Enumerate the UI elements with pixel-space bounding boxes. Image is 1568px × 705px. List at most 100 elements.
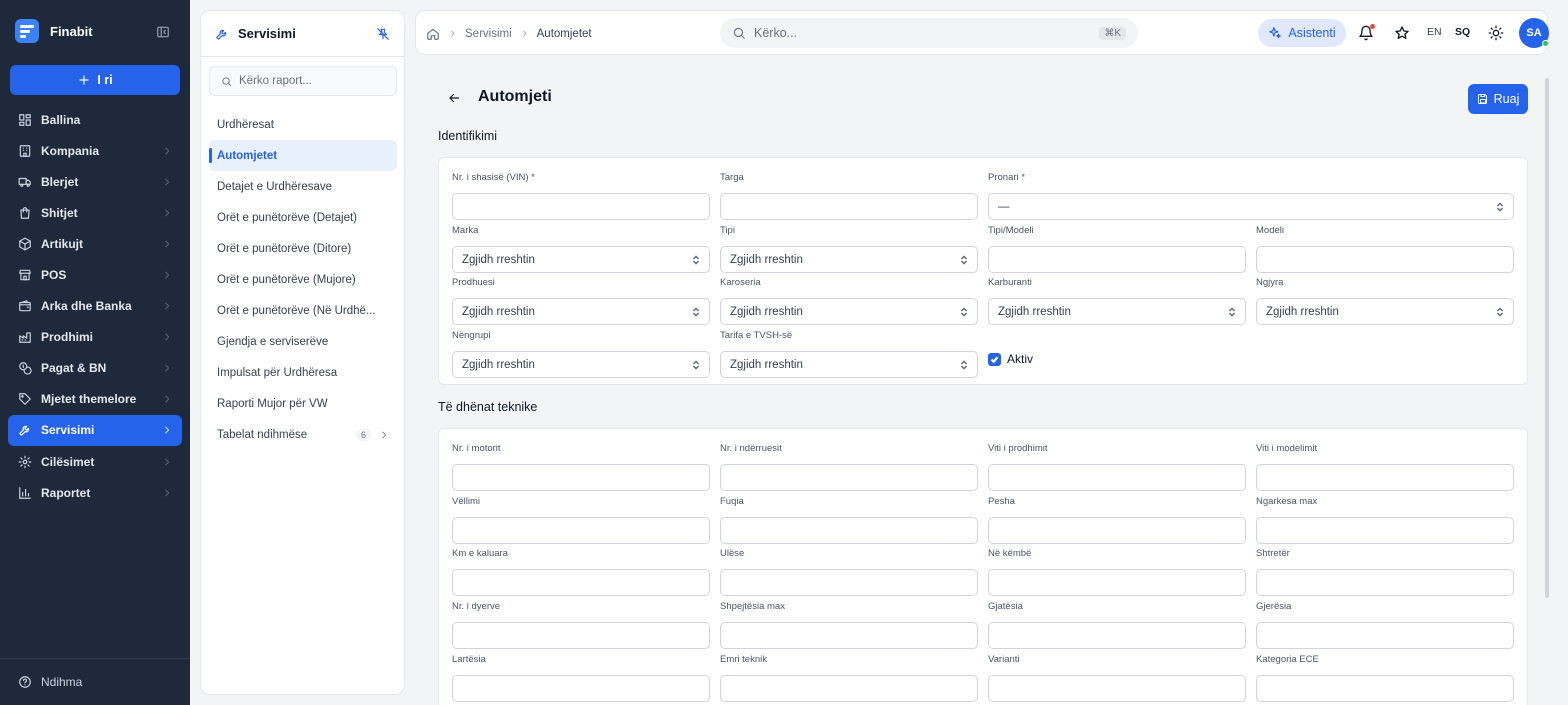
sidebar-item-servisimi[interactable]: Servisimi (8, 414, 182, 447)
new-button[interactable]: I ri (10, 65, 180, 95)
text-input[interactable] (988, 246, 1246, 273)
unpin-icon[interactable] (376, 27, 390, 41)
subpanel-title: Servisimi (238, 26, 296, 41)
sidebar-item-pagat-bn[interactable]: Pagat & BN (8, 353, 182, 384)
text-input[interactable] (1256, 569, 1514, 596)
text-input[interactable] (720, 569, 978, 596)
form-field: Shtretër (1256, 547, 1514, 596)
text-input[interactable] (1256, 464, 1514, 491)
field-label: Ngjyra (1256, 277, 1284, 288)
sidebar-item-pos[interactable]: POS (8, 259, 182, 290)
breadcrumb-servisimi[interactable]: Servisimi (465, 28, 512, 40)
report-item[interactable]: Orët e punëtorëve (Në Urdhë... (209, 296, 397, 327)
text-input[interactable] (988, 675, 1246, 702)
sidebar-item-kompania[interactable]: Kompania (8, 135, 182, 166)
report-search-input[interactable] (239, 75, 389, 87)
report-item-label: Impulsat për Urdhëresa (217, 367, 338, 380)
sidebar-item-raportet[interactable]: Raportet (8, 477, 182, 508)
checkmark-icon[interactable] (988, 352, 1001, 366)
text-input[interactable] (988, 569, 1246, 596)
sidebar-item-arka-dhe-banka[interactable]: Arka dhe Banka (8, 291, 182, 322)
app-logo[interactable]: Finabit (12, 16, 93, 46)
select-dropdown[interactable]: Zgjidh rreshtin (988, 298, 1246, 325)
sidebar-item-artikujt[interactable]: Artikujt (8, 228, 182, 259)
lang-en[interactable]: EN (1427, 26, 1442, 38)
assistant-button[interactable]: Asistenti (1258, 19, 1346, 47)
star-icon[interactable] (1393, 24, 1411, 42)
help-link[interactable]: Ndihma (0, 658, 190, 705)
report-item[interactable]: Orët e punëtorëve (Detajet) (209, 202, 397, 233)
field-label: Karoseria (720, 277, 761, 288)
text-input[interactable] (452, 464, 710, 491)
back-arrow-icon[interactable] (447, 91, 461, 105)
collapse-sidebar-icon[interactable] (156, 25, 170, 39)
report-item[interactable]: Orët e punëtorëve (Ditore) (209, 233, 397, 264)
text-input[interactable] (720, 464, 978, 491)
select-dropdown[interactable]: Zgjidh rreshtin (720, 298, 978, 325)
field-label: Vëllimi (452, 496, 480, 507)
sidebar-item-cilesimet[interactable]: Cilësimet (8, 446, 182, 477)
user-avatar[interactable]: SA (1519, 18, 1549, 48)
field-label: Shpejtësia max (720, 601, 785, 612)
report-item[interactable]: Impulsat për Urdhëresa (209, 358, 397, 389)
sidebar-item-label: Cilësimet (41, 454, 95, 469)
global-search-input[interactable] (754, 26, 1092, 40)
text-input[interactable] (1256, 517, 1514, 544)
sidebar-item-blerjet[interactable]: Blerjet (8, 166, 182, 197)
select-dropdown[interactable]: Zgjidh rreshtin (452, 246, 710, 273)
sidebar-item-shitjet[interactable]: Shitjet (8, 197, 182, 228)
select-value: Zgjidh rreshtin (998, 305, 1071, 318)
main-scrollbar[interactable] (1545, 78, 1550, 696)
text-input[interactable] (1256, 246, 1514, 273)
select-dropdown[interactable]: Zgjidh rreshtin (452, 298, 710, 325)
chevron-right-icon (162, 363, 172, 373)
select-dropdown[interactable]: Zgjidh rreshtin (720, 351, 978, 378)
lang-sq[interactable]: SQ (1455, 26, 1470, 38)
sidebar-item-ballina[interactable]: Ballina (8, 104, 182, 135)
report-item[interactable]: Urdhëresat (209, 109, 397, 140)
chevron-right-icon (162, 457, 172, 467)
text-input[interactable] (720, 193, 978, 220)
text-input[interactable] (452, 517, 710, 544)
select-dropdown[interactable]: — (988, 193, 1514, 220)
sun-icon[interactable] (1487, 24, 1505, 42)
home-icon[interactable] (426, 27, 440, 41)
text-input[interactable] (452, 675, 710, 702)
text-input[interactable] (452, 622, 710, 649)
report-item[interactable]: Detajet e Urdhëresave (209, 171, 397, 202)
form-field: Ulëse (720, 547, 978, 596)
text-input[interactable] (452, 569, 710, 596)
global-search[interactable]: ⌘K (720, 18, 1138, 48)
select-dropdown[interactable]: Zgjidh rreshtin (452, 351, 710, 378)
form-field: Ngjyra Zgjidh rreshtin (1256, 276, 1514, 325)
text-input[interactable] (720, 622, 978, 649)
select-dropdown[interactable]: Zgjidh rreshtin (720, 246, 978, 273)
sidebar-item-mjetet-themelore[interactable]: Mjetet themelore (8, 384, 182, 415)
active-checkbox[interactable]: Aktiv (988, 352, 1033, 366)
text-input[interactable] (988, 464, 1246, 491)
chevron-updown-icon (1496, 307, 1504, 317)
save-button[interactable]: Ruaj (1468, 84, 1528, 114)
scrollbar-thumb[interactable] (1545, 78, 1549, 598)
sparkles-icon (1268, 26, 1282, 40)
report-item-label: Orët e punëtorëve (Ditore) (217, 242, 352, 255)
text-input[interactable] (452, 193, 710, 220)
select-dropdown[interactable]: Zgjidh rreshtin (1256, 298, 1514, 325)
search-icon (219, 74, 233, 88)
field-label: Karburanti (988, 277, 1032, 288)
sidebar-item-label: Blerjet (41, 174, 79, 189)
text-input[interactable] (988, 622, 1246, 649)
report-item[interactable]: Automjetet (209, 140, 397, 172)
report-item[interactable]: Raporti Mujor për VW (209, 389, 397, 420)
sidebar-item-prodhimi[interactable]: Prodhimi (8, 322, 182, 353)
text-input[interactable] (1256, 675, 1514, 702)
text-input[interactable] (720, 675, 978, 702)
text-input[interactable] (1256, 622, 1514, 649)
report-search[interactable] (209, 66, 397, 96)
report-item[interactable]: Gjendja e serviserëve (209, 327, 397, 358)
text-input[interactable] (720, 517, 978, 544)
text-input[interactable] (988, 517, 1246, 544)
report-item[interactable]: Tabelat ndihmëse 6 (209, 420, 397, 451)
report-item[interactable]: Orët e punëtorëve (Mujore) (209, 264, 397, 295)
bell-icon[interactable] (1357, 24, 1375, 42)
